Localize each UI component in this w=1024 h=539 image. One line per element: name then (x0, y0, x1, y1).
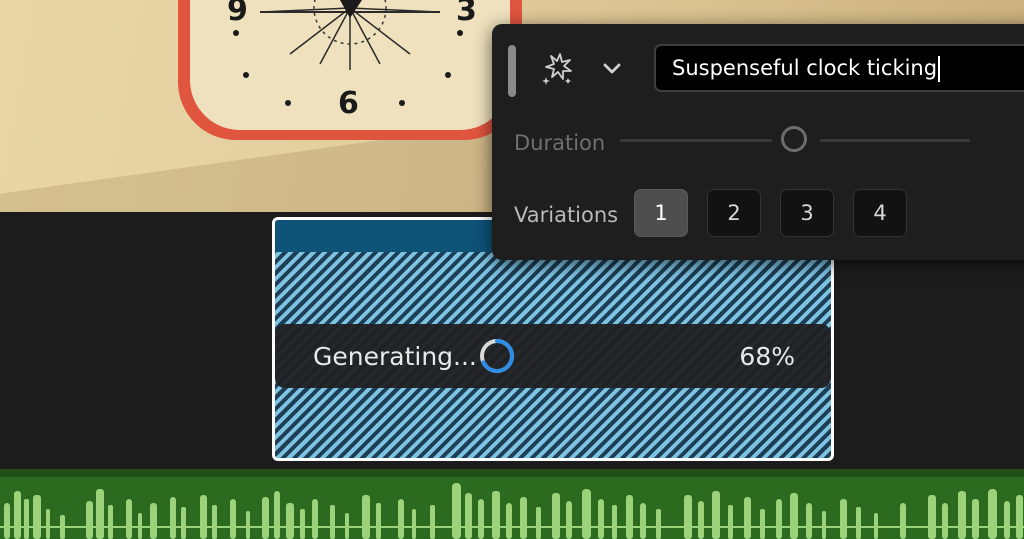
magic-sparkle-icon[interactable] (540, 51, 576, 87)
text-caret (938, 56, 941, 82)
loading-spinner-icon (480, 339, 514, 373)
audio-waveform (0, 483, 1024, 539)
audio-track[interactable] (0, 469, 1024, 539)
generating-status-text: Generating... (313, 342, 477, 371)
variation-button-3[interactable]: 3 (780, 189, 834, 237)
variation-button-2[interactable]: 2 (707, 189, 761, 237)
prompt-input-value: Suspenseful clock ticking (672, 56, 938, 80)
progress-percent: 68% (739, 342, 795, 371)
duration-slider-track-left[interactable] (620, 139, 772, 142)
variation-button-4[interactable]: 4 (853, 189, 907, 237)
clock-number-9: 9 (227, 0, 248, 28)
duration-slider-thumb[interactable] (781, 126, 807, 152)
generate-audio-panel: Suspenseful clock ticking Duration Varia… (492, 24, 1024, 260)
generation-progress-bar: Generating... 68% (275, 324, 831, 388)
clock-number-3: 3 (456, 0, 477, 28)
variations-label: Variations (514, 203, 619, 227)
clock-number-6: 6 (338, 86, 359, 121)
prompt-input[interactable]: Suspenseful clock ticking (654, 44, 1024, 92)
variation-button-1[interactable]: 1 (634, 189, 688, 237)
duration-slider-track-right[interactable] (820, 139, 970, 142)
duration-label: Duration (514, 131, 606, 155)
wall-clock: 9 3 6 (178, 0, 522, 140)
panel-drag-handle[interactable] (508, 45, 516, 97)
chevron-down-icon[interactable] (600, 56, 624, 80)
